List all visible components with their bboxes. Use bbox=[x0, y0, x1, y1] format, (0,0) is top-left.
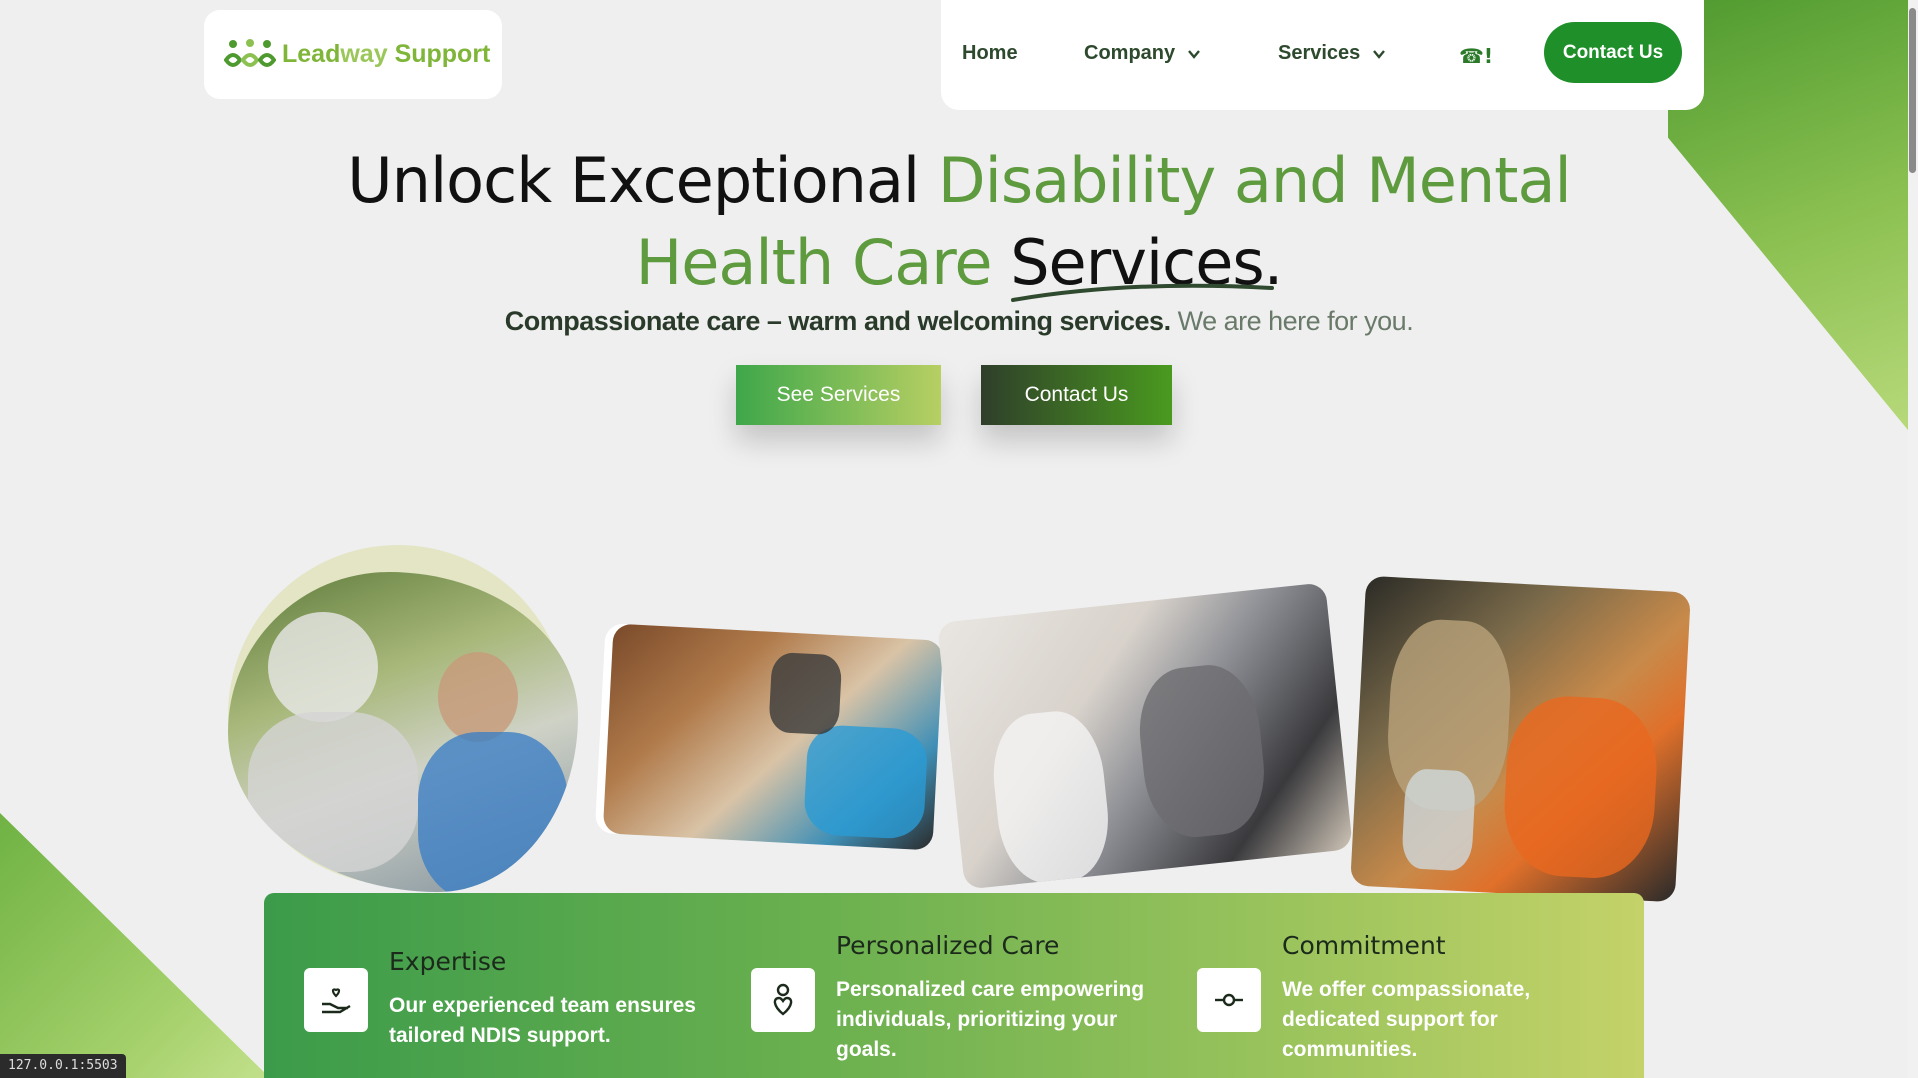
nav-company[interactable]: Company bbox=[1084, 42, 1201, 65]
phone-icon[interactable]: ☎! bbox=[1459, 44, 1493, 68]
nav-contact-button[interactable]: Contact Us bbox=[1544, 22, 1682, 83]
photo-caregiver-high-five bbox=[228, 572, 578, 892]
logo-people-icon bbox=[224, 38, 276, 67]
logo-text: Leadway Support bbox=[282, 40, 491, 68]
person-heart-icon bbox=[751, 968, 815, 1032]
see-services-button[interactable]: See Services bbox=[736, 365, 941, 425]
hero-subtitle: Compassionate care – warm and welcoming … bbox=[504, 306, 1414, 336]
photo-kitchen-support bbox=[602, 623, 944, 851]
features-band: Expertise Our experienced team ensures t… bbox=[264, 893, 1644, 1078]
feature-title-expertise: Expertise bbox=[389, 947, 507, 976]
photo-wheelchair-consult bbox=[937, 582, 1353, 890]
logo[interactable]: Leadway Support bbox=[204, 10, 502, 99]
decor-triangle-left bbox=[0, 813, 270, 1078]
chevron-down-icon bbox=[1188, 49, 1201, 59]
feature-text-expertise: Our experienced team ensures tailored ND… bbox=[389, 994, 696, 1047]
feature-text-personalized: Personalized care empowering individuals… bbox=[836, 978, 1145, 1061]
photo-cafe-barista bbox=[1350, 575, 1691, 903]
hero-title: Unlock Exceptional Disability and Mental… bbox=[347, 144, 1571, 299]
chevron-down-icon bbox=[1373, 49, 1386, 59]
top-nav: Home Company Services ☎! Contact Us bbox=[941, 0, 1704, 110]
browser-status-url: 127.0.0.1:5503 bbox=[0, 1054, 126, 1078]
nav-services[interactable]: Services bbox=[1278, 42, 1386, 65]
feature-title-commitment: Commitment bbox=[1282, 931, 1446, 960]
title-underline-decor bbox=[1011, 283, 1274, 302]
feature-text-commitment: We offer compassionate, dedicated suppor… bbox=[1282, 978, 1531, 1061]
nav-home[interactable]: Home bbox=[962, 42, 1018, 65]
feature-title-personalized: Personalized Care bbox=[836, 931, 1060, 960]
commit-icon bbox=[1197, 968, 1261, 1032]
hand-heart-icon bbox=[304, 968, 368, 1032]
hero-contact-button[interactable]: Contact Us bbox=[981, 365, 1172, 425]
